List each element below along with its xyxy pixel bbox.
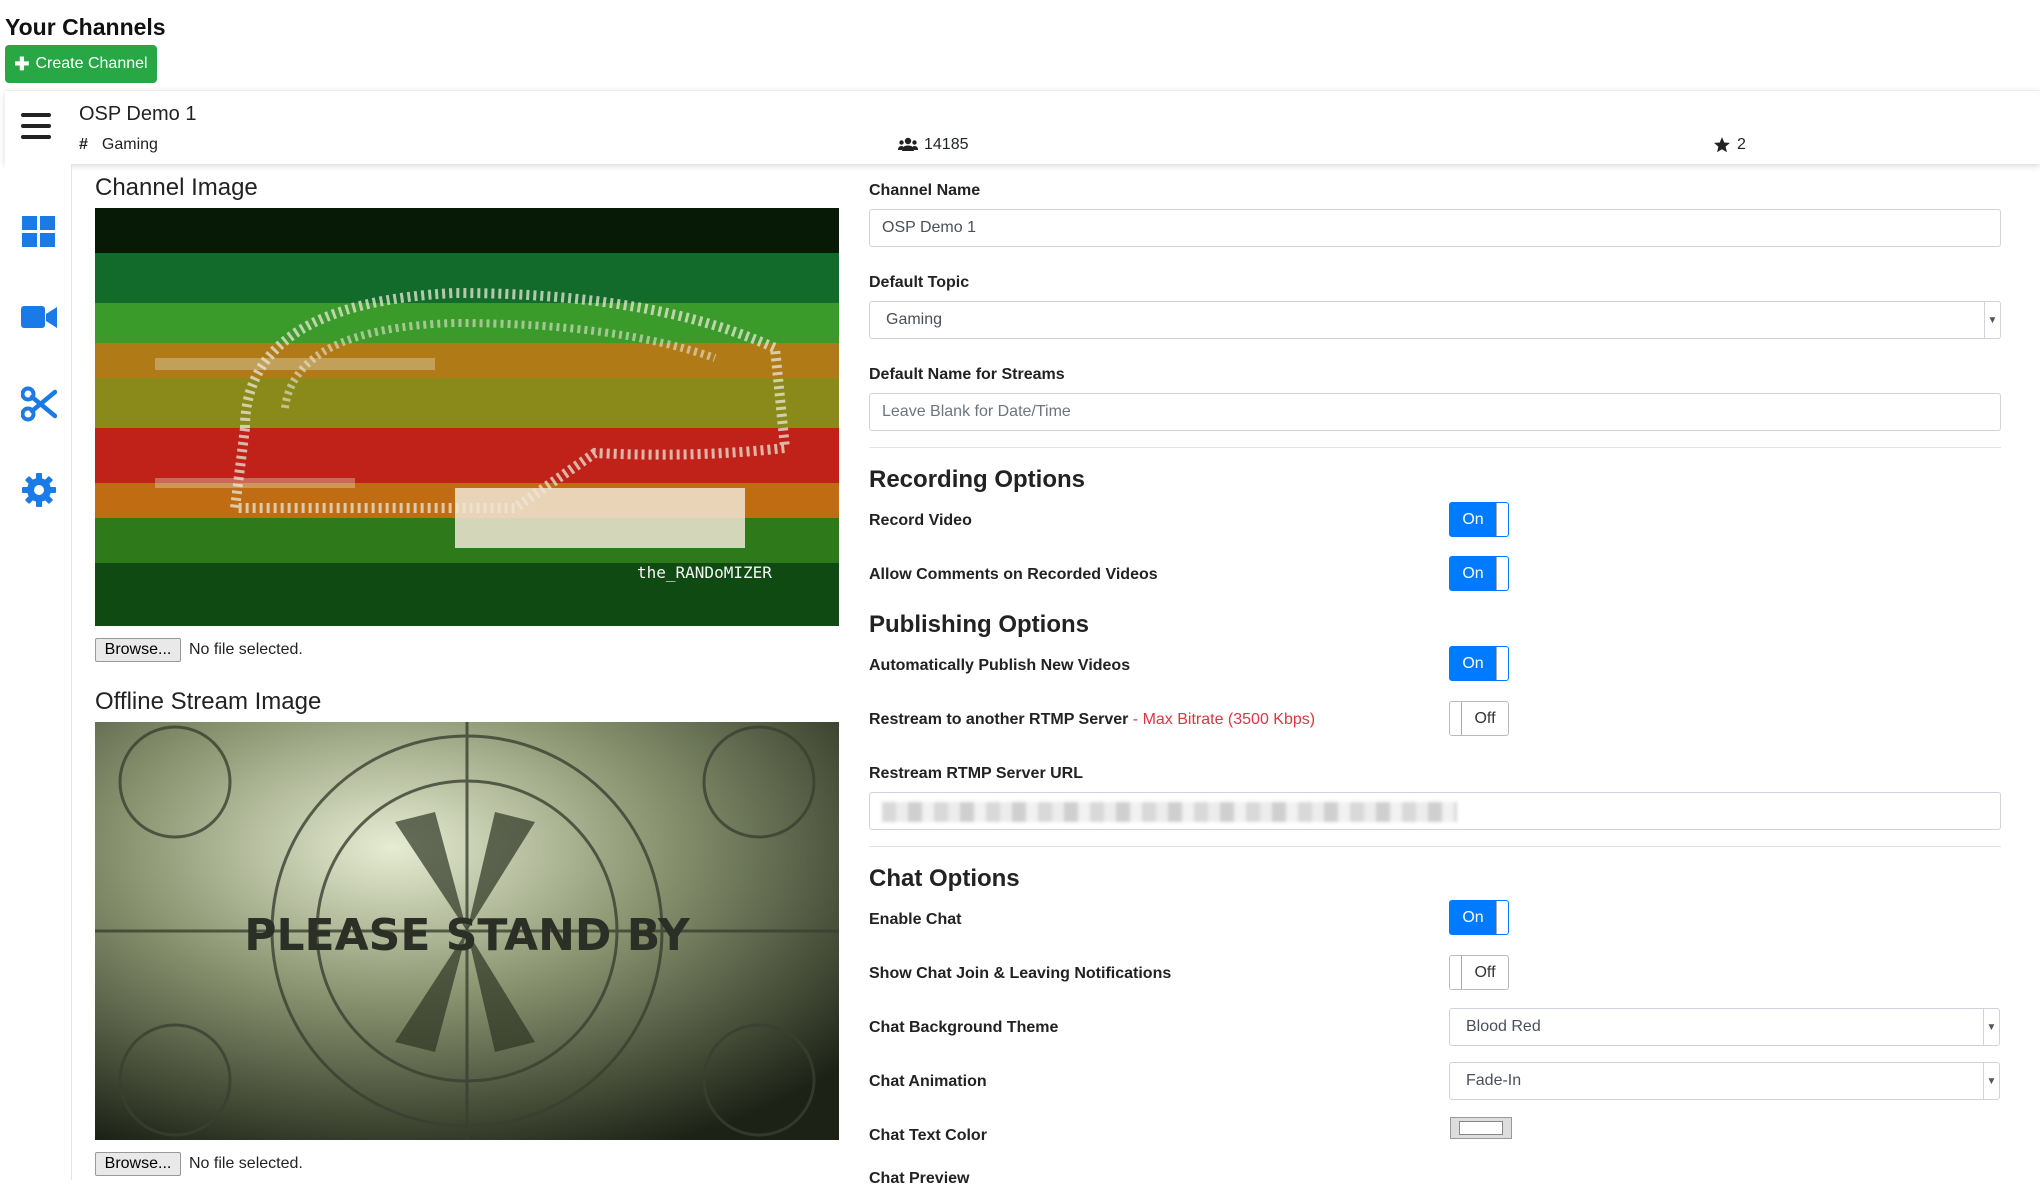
channel-image-title: Channel Image [95,174,258,201]
channel-stars: 2 [1713,136,1746,154]
toggle-state: Off [1474,709,1496,727]
chat-animation-value: Fade-In [1466,1072,1522,1089]
chat-options-heading: Chat Options [869,865,1020,892]
restream-toggle[interactable]: Off [1449,701,1509,736]
chat-text-color-label: Chat Text Color [869,1127,987,1144]
offline-image-browse-button[interactable]: Browse... [95,1152,181,1176]
toggle-state: On [1462,510,1484,528]
channel-image-browse-button[interactable]: Browse... [95,638,181,662]
join-leave-notifications-toggle[interactable]: Off [1449,955,1509,990]
plus-icon: ✚ [14,53,30,74]
chevron-down-icon: ▼ [1983,1063,1999,1099]
channel-image-caption: the_RANDoMIZER [637,563,772,582]
toggle-state: On [1462,564,1484,582]
default-stream-name-input[interactable] [869,393,2001,431]
recording-options-heading: Recording Options [869,466,1085,493]
create-channel-label: Create Channel [35,55,148,72]
restream-url-input[interactable] [869,792,2001,830]
create-channel-button[interactable]: ✚ Create Channel [5,45,157,83]
offline-image-art: PLEASE STAND BY [95,722,839,1140]
hashtag-icon: # [79,136,88,153]
allow-comments-label: Allow Comments on Recorded Videos [869,566,1158,583]
channel-header-card: OSP Demo 1 # Gaming 14185 2 [5,90,2040,164]
channel-image-file-row: Browse... No file selected. [95,638,303,662]
users-icon [898,137,918,151]
divider [869,447,2001,448]
sidebar [5,164,72,1180]
offline-image-file-status: No file selected. [189,1155,303,1172]
channel-name-text: OSP Demo 1 [79,103,197,125]
dashboard-icon[interactable] [21,214,57,250]
divider [869,846,2001,847]
channel-viewers: 14185 [898,136,969,154]
chat-theme-label: Chat Background Theme [869,1019,1059,1036]
auto-publish-toggle[interactable]: On [1449,646,1509,681]
publishing-options-heading: Publishing Options [869,611,1089,638]
offline-image-caption: PLEASE STAND BY [244,910,691,961]
video-camera-icon[interactable] [21,300,57,336]
page-title: Your Channels [5,14,166,40]
chevron-down-icon: ▼ [1984,302,2000,338]
enable-chat-toggle[interactable]: On [1449,900,1509,935]
star-count: 2 [1737,136,1746,153]
record-video-toggle[interactable]: On [1449,502,1509,537]
gear-icon[interactable] [21,472,57,508]
channel-name-label: Channel Name [869,182,981,199]
chat-animation-select[interactable]: Fade-In ▼ [1449,1062,2000,1100]
toggle-state: On [1462,654,1484,672]
default-topic-value: Gaming [886,311,943,328]
chat-preview-label: Chat Preview [869,1170,970,1187]
enable-chat-label: Enable Chat [869,911,962,928]
channel-name-input[interactable] [869,209,2001,247]
restream-bitrate-note: - Max Bitrate (3500 Kbps) [1128,711,1316,728]
channel-image-file-status: No file selected. [189,641,303,658]
redacted-url [882,802,1457,822]
offline-image-title: Offline Stream Image [95,688,322,715]
chat-theme-select[interactable]: Blood Red ▼ [1449,1008,2000,1046]
scissors-icon[interactable] [20,386,58,422]
channel-topic-text: Gaming [101,136,158,153]
star-icon [1714,137,1730,153]
default-topic-label: Default Topic [869,274,970,291]
offline-image-preview: PLEASE STAND BY [95,722,839,1140]
restream-url-label: Restream RTMP Server URL [869,765,1084,782]
allow-comments-toggle[interactable]: On [1449,556,1509,591]
join-leave-notifications-label: Show Chat Join & Leaving Notifications [869,965,1172,982]
chat-theme-value: Blood Red [1466,1018,1541,1035]
channel-image-art: the_RANDoMIZER [95,208,839,626]
default-stream-name-label: Default Name for Streams [869,366,1065,383]
default-topic-select[interactable]: Gaming ▼ [869,301,2001,339]
restream-label: Restream to another RTMP Server - Max Bi… [869,711,1315,729]
channel-topic: # Gaming [79,136,158,154]
offline-image-file-row: Browse... No file selected. [95,1152,303,1176]
toggle-state: Off [1474,963,1496,981]
toggle-state: On [1462,908,1484,926]
restream-label-text: Restream to another RTMP Server [869,711,1129,728]
channel-image-preview: the_RANDoMIZER [95,208,839,626]
chat-animation-label: Chat Animation [869,1073,987,1090]
auto-publish-label: Automatically Publish New Videos [869,657,1131,674]
chevron-down-icon: ▼ [1983,1009,1999,1045]
record-video-label: Record Video [869,512,972,529]
chat-text-color-picker[interactable] [1450,1117,1512,1139]
viewer-count: 14185 [924,136,969,153]
hamburger-menu-icon[interactable] [21,113,51,139]
